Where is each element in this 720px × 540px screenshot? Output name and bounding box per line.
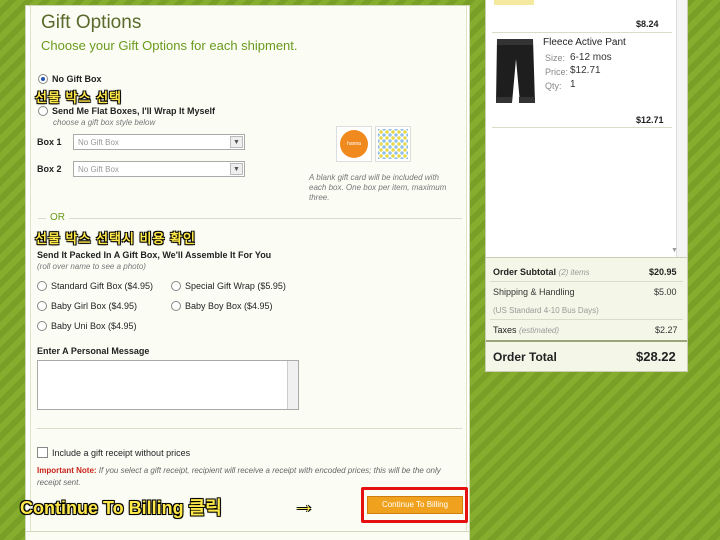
baby-girl-box-radio[interactable] — [37, 301, 47, 311]
annotation-cost-check: 선물 박스 선택시 비용 확인 — [35, 231, 197, 246]
page-subtitle: Choose your Gift Options for each shipme… — [41, 38, 298, 53]
gift-card-note: A blank gift card will be included with … — [309, 173, 447, 202]
no-gift-box-label: No Gift Box — [52, 74, 102, 84]
special-gift-wrap-option[interactable]: Special Gift Wrap ($5.95) — [171, 281, 286, 291]
special-gift-wrap-label: Special Gift Wrap ($5.95) — [185, 281, 286, 291]
or-divider-right — [69, 218, 462, 219]
baby-boy-box-label: Baby Boy Box ($4.95) — [185, 301, 273, 311]
packed-label: Send It Packed In A Gift Box, We'll Asse… — [37, 250, 272, 260]
gift-receipt-label: Include a gift receipt without prices — [52, 447, 191, 458]
top-item-price: $8.24 — [636, 19, 659, 29]
standard-gift-box-label: Standard Gift Box ($4.95) — [51, 281, 154, 291]
no-gift-box-radio[interactable] — [38, 74, 48, 84]
taxes-value: $2.27 — [655, 325, 678, 335]
totals-divider-1 — [490, 281, 683, 282]
annotation-select-box: 선물 박스 선택 — [35, 90, 122, 105]
chevron-down-icon[interactable]: ▼ — [230, 136, 243, 148]
message-label: Enter A Personal Message — [37, 346, 150, 356]
continue-to-billing-button[interactable]: Continue To Billing — [367, 496, 463, 514]
personal-message-input[interactable] — [37, 360, 299, 410]
shipping-value: $5.00 — [654, 287, 677, 297]
box2-select[interactable]: No Gift Box ▼ — [73, 161, 245, 177]
totals-divider-2 — [490, 319, 683, 320]
size-label: Size: — [545, 53, 566, 63]
message-scrollbar[interactable] — [287, 361, 298, 409]
price-value: $12.71 — [570, 65, 601, 76]
taxes-note: (estimated) — [519, 326, 560, 335]
order-subtotal-value: $20.95 — [649, 267, 677, 277]
baby-uni-box-option[interactable]: Baby Uni Box ($4.95) — [37, 321, 137, 331]
price-label: Price: — [545, 67, 569, 77]
item-line-total: $12.71 — [636, 115, 664, 125]
gift-receipt-option[interactable]: Include a gift receipt without prices — [37, 447, 190, 458]
next-section-strip — [25, 531, 470, 540]
flat-boxes-hint: choose a gift box style below — [53, 118, 156, 127]
order-total-label: Order Total — [493, 350, 557, 364]
standard-gift-box-radio[interactable] — [37, 281, 47, 291]
cart-scrollbar[interactable] — [676, 0, 687, 257]
packed-hint: (roll over name to see a photo) — [37, 262, 146, 271]
section-divider — [37, 428, 462, 429]
box1-label: Box 1 — [37, 137, 62, 147]
or-divider-left — [38, 218, 46, 219]
gift-card-dots-image — [375, 126, 411, 162]
taxes-row: Taxes (estimated) — [493, 325, 559, 335]
baby-uni-box-radio[interactable] — [37, 321, 47, 331]
cart-item-name: Fleece Active Pant — [543, 37, 626, 48]
flat-boxes-radio[interactable] — [38, 106, 48, 116]
important-note: Important Note: If you select a gift rec… — [37, 465, 465, 489]
or-label: OR — [50, 212, 65, 223]
totals-divider-3 — [486, 340, 687, 342]
fleece-pant-image — [496, 39, 535, 103]
top-item-image — [494, 0, 534, 5]
arrow-right-icon: → — [293, 492, 315, 517]
page-title: Gift Options — [41, 12, 142, 33]
baby-uni-box-label: Baby Uni Box ($4.95) — [51, 321, 137, 331]
annotation-continue: Continue To Billing 클릭 — [20, 498, 222, 518]
shipping-label: Shipping & Handling — [493, 287, 575, 297]
flat-boxes-label: Send Me Flat Boxes, I'll Wrap It Myself — [52, 106, 216, 116]
baby-girl-box-label: Baby Girl Box ($4.95) — [51, 301, 138, 311]
special-gift-wrap-radio[interactable] — [171, 281, 181, 291]
gift-receipt-checkbox[interactable] — [37, 447, 48, 458]
shipping-method: (US Standard 4-10 Bus Days) — [493, 306, 599, 315]
order-subtotal-row: Order Subtotal (2) items — [493, 267, 590, 277]
gift-options-panel: Gift Options Choose your Gift Options fo… — [25, 5, 470, 533]
flat-boxes-option[interactable]: Send Me Flat Boxes, I'll Wrap It Myself — [38, 106, 215, 116]
box2-label: Box 2 — [37, 164, 62, 174]
qty-value: 1 — [570, 79, 576, 90]
taxes-label: Taxes — [493, 325, 517, 335]
no-gift-box-option[interactable]: No Gift Box — [38, 74, 102, 84]
cart-item-divider — [492, 32, 672, 33]
box1-select-value: No Gift Box — [78, 138, 119, 147]
order-total-value: $28.22 — [636, 349, 676, 364]
baby-boy-box-option[interactable]: Baby Boy Box ($4.95) — [171, 301, 273, 311]
order-totals: Order Subtotal (2) items $20.95 Shipping… — [486, 257, 687, 371]
size-value: 6-12 mos — [570, 52, 612, 63]
order-subtotal-items: (2) items — [558, 268, 590, 277]
important-note-label: Important Note: — [37, 466, 97, 475]
order-subtotal-label: Order Subtotal — [493, 267, 557, 277]
important-note-text: If you select a gift receipt, recipient … — [37, 466, 441, 487]
gift-card-orange-image: hanna — [336, 126, 372, 162]
gift-options-inner: Gift Options Choose your Gift Options fo… — [30, 6, 467, 532]
box1-select[interactable]: No Gift Box ▼ — [73, 134, 245, 150]
standard-gift-box-option[interactable]: Standard Gift Box ($4.95) — [37, 281, 153, 291]
baby-girl-box-option[interactable]: Baby Girl Box ($4.95) — [37, 301, 137, 311]
gift-card-logo: hanna — [340, 130, 368, 158]
order-summary-panel: $8.24 Fleece Active Pant Size: 6-12 mos … — [485, 0, 688, 372]
box2-select-value: No Gift Box — [78, 165, 119, 174]
chevron-down-icon[interactable]: ▼ — [230, 163, 243, 175]
qty-label: Qty: — [545, 81, 562, 91]
scroll-down-icon[interactable]: ▼ — [671, 247, 678, 254]
baby-boy-box-radio[interactable] — [171, 301, 181, 311]
cart-item-divider-2 — [492, 127, 672, 128]
